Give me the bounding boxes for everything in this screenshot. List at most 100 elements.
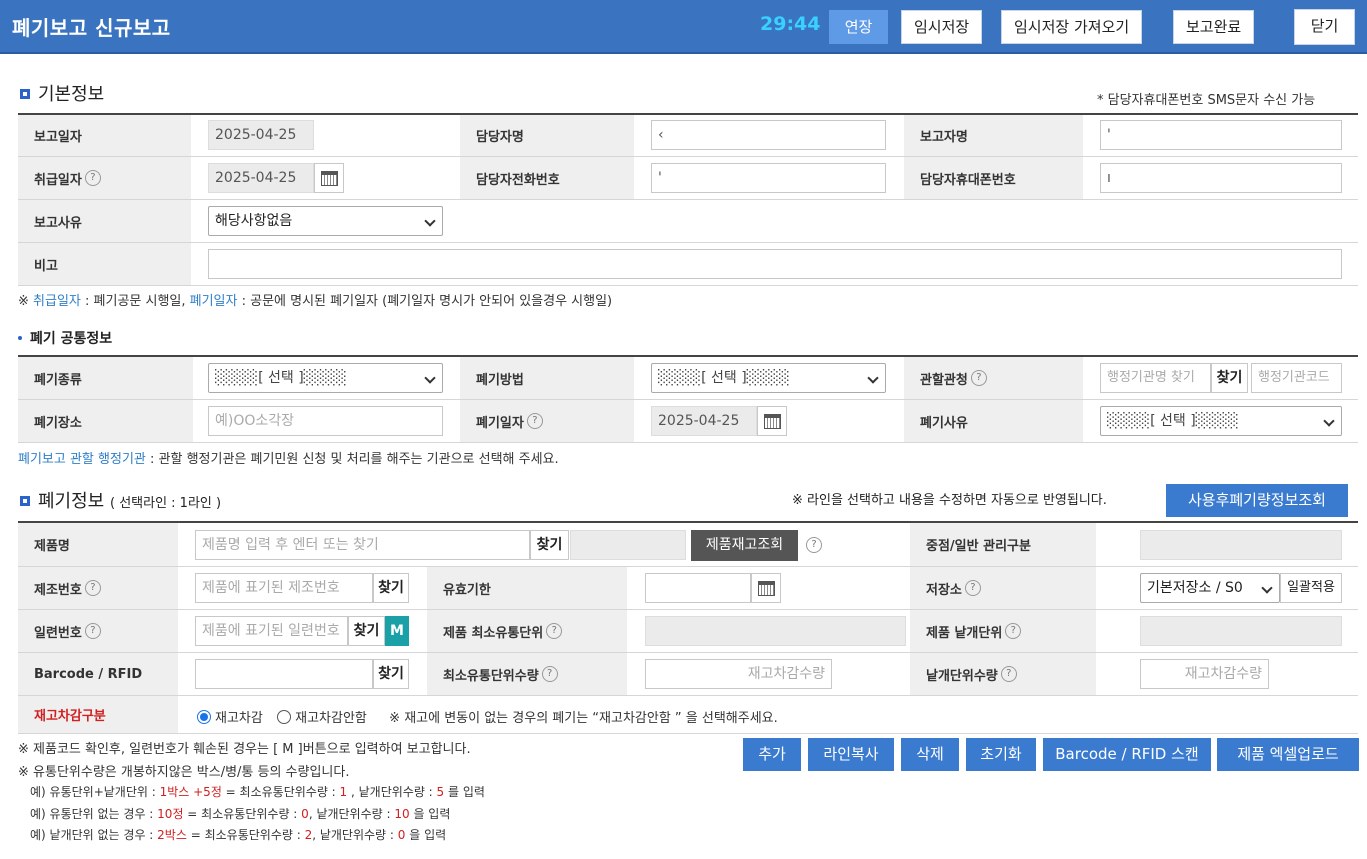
help-icon[interactable]: ? bbox=[84, 170, 101, 186]
help-icon[interactable]: ? bbox=[526, 413, 543, 429]
memo-input[interactable] bbox=[208, 249, 1342, 279]
lot-find-button[interactable]: 찾기 bbox=[373, 573, 409, 603]
calendar-icon[interactable] bbox=[757, 406, 787, 436]
serial-number-input[interactable]: 제품에 표기된 일련번호 bbox=[195, 616, 348, 646]
add-button[interactable]: 추가 bbox=[743, 738, 801, 771]
each-unit-label: 제품 낱개단위? bbox=[910, 610, 1096, 652]
report-date-label: 보고일자 bbox=[18, 115, 191, 156]
deduct-options: 재고차감 재고차감안함 ※ 재고에 변동이 없는 경우의 폐기는 “재고차감안함… bbox=[197, 707, 778, 726]
serial-find-button[interactable]: 찾기 bbox=[348, 616, 385, 646]
session-timer: 29:44 bbox=[760, 13, 821, 35]
place-label: 폐기장소 bbox=[18, 400, 193, 442]
help-icon[interactable]: ? bbox=[84, 623, 101, 639]
agency-note: 폐기보고 관할 행정기관 : 관할 행정기관은 폐기민원 신청 및 처리를 해주… bbox=[18, 452, 559, 467]
waste-lookup-button[interactable]: 사용후폐기량정보조회 bbox=[1166, 484, 1348, 517]
barcode-input[interactable] bbox=[195, 659, 373, 689]
type-label: 폐기종류 bbox=[18, 357, 193, 399]
product-find-button[interactable]: 찾기 bbox=[530, 530, 569, 560]
handle-date-field[interactable]: 2025-04-25 bbox=[208, 163, 314, 193]
date-label: 폐기일자? bbox=[460, 400, 634, 442]
excel-upload-button[interactable]: 제품 엑셀업로드 bbox=[1217, 738, 1359, 771]
extend-button[interactable]: 연장 bbox=[829, 10, 888, 44]
memo-label: 비고 bbox=[18, 243, 191, 285]
reporter-label: 보고자명 bbox=[904, 115, 1083, 156]
bulk-apply-button[interactable]: 일괄적용 bbox=[1280, 573, 1342, 603]
agency-name-input[interactable]: 행정기관명 찾기 bbox=[1100, 363, 1211, 393]
disposal-place-input[interactable]: 예)OO소각장 bbox=[208, 406, 443, 436]
help-icon[interactable]: ? bbox=[546, 623, 563, 639]
footer-note-2: ※ 유통단위수량은 개봉하지않은 박스/병/통 등의 수량입니다. bbox=[18, 765, 350, 780]
copy-line-button[interactable]: 라인복사 bbox=[808, 738, 894, 771]
section-square-icon bbox=[20, 496, 30, 506]
manager-phone-label: 담당자전화번호 bbox=[460, 157, 634, 199]
disposal-reason-select[interactable]: ░░░░[ 선택 ]░░░░ bbox=[1100, 406, 1342, 436]
calendar-icon[interactable] bbox=[314, 163, 344, 193]
close-button[interactable]: 닫기 bbox=[1294, 9, 1355, 45]
complete-button[interactable]: 보고완료 bbox=[1173, 10, 1255, 44]
calendar-icon[interactable] bbox=[751, 573, 781, 603]
product-label: 제품명 bbox=[18, 523, 178, 566]
line-edit-note: ※ 라인을 선택하고 내용을 수정하면 자동으로 반영됩니다. bbox=[792, 493, 1107, 508]
basic-section-title: 기본정보 bbox=[20, 80, 104, 106]
no-deduct-radio[interactable] bbox=[277, 710, 292, 724]
expiry-date-input[interactable] bbox=[645, 573, 751, 603]
manager-name-input[interactable]: ‹ bbox=[651, 120, 886, 150]
manager-phone-input[interactable]: ' bbox=[651, 163, 886, 193]
each-qty-label: 낱개단위수량? bbox=[910, 653, 1096, 695]
manager-label: 담당자명 bbox=[460, 115, 634, 156]
date-note: ※ 취급일자 : 폐기공문 시행일, 폐기일자 : 공문에 명시된 폐기일자 (… bbox=[18, 294, 613, 309]
manager-mobile-label: 담당자휴대폰번호 bbox=[904, 157, 1083, 199]
storage-label: 저장소? bbox=[910, 567, 1096, 609]
disposal-method-select[interactable]: ░░░░[ 선택 ]░░░░ bbox=[651, 363, 886, 393]
help-icon[interactable]: ? bbox=[806, 537, 822, 553]
delete-button[interactable]: 삭제 bbox=[901, 738, 959, 771]
example-3: 예) 낱개단위 없는 경우 : 2박스 = 최소유통단위수량 : 2, 낱개단위… bbox=[30, 828, 447, 842]
reason-label: 보고사유 bbox=[18, 200, 191, 242]
agency-code-input[interactable]: 행정기관코드 bbox=[1251, 363, 1342, 393]
each-unit-field bbox=[1140, 616, 1342, 646]
barcode-find-button[interactable]: 찾기 bbox=[373, 659, 409, 689]
deduct-radio[interactable] bbox=[197, 710, 211, 724]
agency-label: 관할관청? bbox=[904, 357, 1083, 399]
help-icon[interactable]: ? bbox=[970, 370, 987, 386]
stock-lookup-button[interactable]: 제품재고조회 bbox=[691, 530, 798, 561]
deduct-off-label[interactable]: 재고차감안함 bbox=[295, 711, 367, 726]
disposal-type-select[interactable]: ░░░░[ 선택 ]░░░░ bbox=[208, 363, 443, 393]
lot-number-input[interactable]: 제품에 표기된 제조번호 bbox=[195, 573, 373, 603]
help-icon[interactable]: ? bbox=[541, 666, 558, 682]
deduct-note: ※ 재고에 변동이 없는 경우의 폐기는 “재고차감안함 ” 을 선택해주세요. bbox=[389, 711, 778, 726]
min-qty-input[interactable]: 재고차감수량 bbox=[645, 659, 832, 689]
reset-button[interactable]: 초기화 bbox=[966, 738, 1036, 771]
disposal-date-field[interactable]: 2025-04-25 bbox=[651, 406, 757, 436]
bullet-icon bbox=[18, 336, 22, 340]
min-unit-label: 제품 최소유통단위? bbox=[427, 610, 627, 652]
report-date-field: 2025-04-25 bbox=[208, 120, 314, 150]
example-1: 예) 유통단위+낱개단위 : 1박스 +5정 = 최소유통단위수량 : 1 , … bbox=[30, 785, 485, 799]
temp-load-button[interactable]: 임시저장 가져오기 bbox=[1001, 10, 1143, 44]
help-icon[interactable]: ? bbox=[1000, 666, 1017, 682]
page-title: 폐기보고 신규보고 bbox=[12, 16, 171, 40]
manual-m-button[interactable]: M bbox=[385, 616, 409, 646]
report-reason-select[interactable]: 해당사항없음 bbox=[208, 206, 443, 236]
common-info-table: 폐기종류 ░░░░[ 선택 ]░░░░ 폐기방법 ░░░░[ 선택 ]░░░░ … bbox=[18, 355, 1358, 443]
temp-save-button[interactable]: 임시저장 bbox=[901, 10, 983, 44]
footer-note-1: ※ 제품코드 확인후, 일련번호가 훼손된 경우는 [ M ]버튼으로 입력하여… bbox=[18, 742, 471, 757]
help-icon[interactable]: ? bbox=[964, 580, 981, 596]
storage-select[interactable]: 기본저장소 / S0 bbox=[1140, 573, 1280, 603]
serial-label: 일련번호? bbox=[18, 610, 178, 652]
selected-line-count: ( 선택라인 : 1라인 ) bbox=[109, 496, 222, 511]
product-name-input[interactable]: 제품명 입력 후 엔터 또는 찾기 bbox=[195, 530, 530, 560]
deduct-on-label[interactable]: 재고차감 bbox=[215, 711, 263, 726]
agency-find-button[interactable]: 찾기 bbox=[1211, 363, 1248, 393]
help-icon[interactable]: ? bbox=[84, 580, 101, 596]
manager-mobile-input[interactable]: ı bbox=[1100, 163, 1342, 193]
header-bar: 폐기보고 신규보고 29:44 연장 임시저장 임시저장 가져오기 보고완료 닫… bbox=[0, 0, 1367, 54]
example-2: 예) 유통단위 없는 경우 : 10정 = 최소유통단위수량 : 0, 낱개단위… bbox=[30, 807, 451, 821]
reporter-name-input[interactable]: ' bbox=[1100, 120, 1342, 150]
common-section-title: 폐기 공통정보 bbox=[18, 328, 112, 348]
help-icon[interactable]: ? bbox=[1005, 623, 1022, 639]
method-label: 폐기방법 bbox=[460, 357, 634, 399]
expiry-label: 유효기한 bbox=[427, 567, 627, 609]
each-qty-input[interactable]: 재고차감수량 bbox=[1140, 659, 1269, 689]
barcode-scan-button[interactable]: Barcode / RFID 스캔 bbox=[1043, 738, 1211, 771]
